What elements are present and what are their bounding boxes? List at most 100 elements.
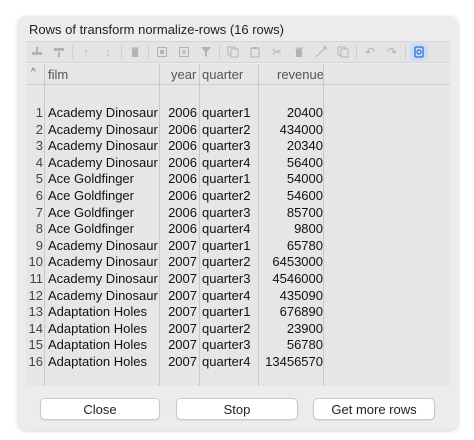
cell-film: Academy Dinosaur — [48, 254, 158, 270]
table-row[interactable]: 3 Academy Dinosaur 2006 quarter3 20340 — [26, 138, 450, 155]
table-row[interactable]: 8 Ace Goldfinger 2006 quarter4 9800 — [26, 221, 450, 238]
column-header-quarter[interactable]: quarter — [202, 67, 243, 82]
row-index: 1 — [35, 105, 43, 120]
dialog-title: Rows of transform normalize-rows (16 row… — [29, 22, 285, 37]
get-more-rows-button[interactable]: Get more rows — [313, 398, 435, 420]
toolbar-divider — [72, 45, 73, 59]
cell-year: 2007 — [168, 337, 197, 353]
rows-table: ^ film year quarter revenue 1 Academy Din… — [26, 64, 450, 386]
toolbar-divider — [405, 45, 406, 59]
trash-small-icon[interactable] — [290, 43, 308, 61]
table-row[interactable]: 14 Adaptation Holes 2007 quarter2 23900 — [26, 321, 450, 338]
cell-film: Academy Dinosaur — [48, 138, 158, 154]
cell-year: 2006 — [168, 204, 197, 220]
cell-year: 2007 — [168, 304, 197, 320]
cell-year: 2007 — [168, 287, 197, 303]
cell-revenue: 434000 — [279, 121, 323, 137]
cell-film: Academy Dinosaur — [48, 270, 158, 286]
copy-column-icon[interactable] — [334, 43, 352, 61]
cell-quarter: quarter4 — [202, 287, 251, 303]
cell-quarter: quarter1 — [202, 237, 251, 253]
cell-film: Ace Goldfinger — [48, 187, 134, 203]
table-row[interactable]: 10 Academy Dinosaur 2007 quarter2 6453000 — [26, 254, 450, 271]
table-row[interactable]: 12 Academy Dinosaur 2007 quarter4 435090 — [26, 288, 450, 305]
cell-revenue: 54000 — [286, 171, 323, 187]
column-header-film[interactable]: film — [48, 67, 68, 82]
redo-icon[interactable]: ↷ — [383, 43, 401, 61]
cell-revenue: 4546000 — [272, 270, 323, 286]
row-index: 10 — [28, 254, 43, 270]
cell-quarter: quarter2 — [202, 121, 251, 137]
cell-quarter: quarter3 — [202, 138, 251, 154]
table-row[interactable]: 7 Ace Goldfinger 2006 quarter3 85700 — [26, 205, 450, 222]
cell-quarter: quarter3 — [202, 204, 251, 220]
row-index: 12 — [28, 287, 43, 303]
column-header-revenue[interactable]: revenue — [277, 67, 324, 82]
toolbar-divider — [148, 45, 149, 59]
cell-year: 2007 — [168, 270, 197, 286]
move-down-icon[interactable]: ↓ — [99, 43, 117, 61]
cut-icon[interactable]: ✂ — [268, 43, 286, 61]
copy-icon[interactable] — [224, 43, 242, 61]
undo-icon[interactable]: ↶ — [361, 43, 379, 61]
table-row[interactable]: 9 Academy Dinosaur 2007 quarter1 65780 — [26, 238, 450, 255]
toolbar-divider — [121, 45, 122, 59]
cell-year: 2006 — [168, 187, 197, 203]
cell-revenue: 20400 — [286, 105, 323, 120]
row-index: 16 — [28, 353, 43, 369]
cell-year: 2007 — [168, 254, 197, 270]
cell-year: 2007 — [168, 353, 197, 369]
insert-row-icon[interactable] — [28, 43, 46, 61]
row-index: 11 — [29, 270, 44, 286]
table-row[interactable]: 1 Academy Dinosaur 2006 quarter1 20400 — [26, 105, 450, 122]
table-row[interactable]: 15 Adaptation Holes 2007 quarter3 56780 — [26, 337, 450, 354]
cell-film: Academy Dinosaur — [48, 105, 158, 120]
cell-quarter: quarter1 — [202, 304, 251, 320]
cut-column-icon[interactable] — [312, 43, 330, 61]
row-index: 5 — [35, 171, 43, 187]
cell-film: Adaptation Holes — [48, 304, 148, 320]
table-row[interactable]: 5 Ace Goldfinger 2006 quarter1 54000 — [26, 171, 450, 188]
cell-film: Ace Goldfinger — [48, 221, 134, 237]
cell-revenue: 9800 — [294, 221, 323, 237]
move-up-icon[interactable]: ↑ — [77, 43, 95, 61]
cell-film: Academy Dinosaur — [48, 121, 158, 137]
paste-icon[interactable] — [246, 43, 264, 61]
row-index: 8 — [35, 221, 43, 237]
cell-year: 2007 — [168, 320, 197, 336]
cell-quarter: quarter2 — [202, 254, 251, 270]
table-row[interactable]: 2 Academy Dinosaur 2006 quarter2 434000 — [26, 122, 450, 139]
rows-dialog: Rows of transform normalize-rows (16 row… — [18, 16, 458, 430]
refresh-icon[interactable] — [410, 43, 428, 61]
delete-row-icon[interactable] — [50, 43, 68, 61]
cell-film: Academy Dinosaur — [48, 287, 158, 303]
table-row[interactable]: 13 Adaptation Holes 2007 quarter1 676890 — [26, 304, 450, 321]
table-row[interactable]: 4 Academy Dinosaur 2006 quarter4 56400 — [26, 155, 450, 172]
cell-year: 2006 — [168, 171, 197, 187]
select-icon[interactable] — [153, 43, 171, 61]
cell-revenue: 13456570 — [265, 353, 323, 369]
filter-icon[interactable] — [197, 43, 215, 61]
cell-year: 2007 — [168, 237, 197, 253]
table-row[interactable]: 11 Academy Dinosaur 2007 quarter3 4546000 — [26, 271, 450, 288]
close-button[interactable]: Close — [40, 398, 160, 420]
row-index: 2 — [35, 121, 43, 137]
column-header-year[interactable]: year — [171, 67, 196, 82]
cell-revenue: 65780 — [286, 237, 323, 253]
clear-selection-icon[interactable] — [175, 43, 193, 61]
cell-film: Academy Dinosaur — [48, 237, 158, 253]
cell-quarter: quarter3 — [202, 270, 251, 286]
table-row[interactable]: 6 Ace Goldfinger 2006 quarter2 54600 — [26, 188, 450, 205]
stop-button[interactable]: Stop — [176, 398, 298, 420]
table-row[interactable]: 16 Adaptation Holes 2007 quarter4 13456570 — [26, 354, 450, 371]
cell-quarter: quarter2 — [202, 187, 251, 203]
trash-icon[interactable] — [126, 43, 144, 61]
row-index: 15 — [28, 337, 43, 353]
sort-indicator-icon[interactable]: ^ — [31, 67, 36, 78]
table-body: 1 Academy Dinosaur 2006 quarter1 20400 2 Acade… — [26, 105, 450, 371]
row-index: 3 — [35, 138, 43, 154]
cell-quarter: quarter2 — [202, 320, 251, 336]
cell-revenue: 6453000 — [272, 254, 323, 270]
cell-quarter: quarter4 — [202, 353, 251, 369]
cell-year: 2006 — [168, 121, 197, 137]
